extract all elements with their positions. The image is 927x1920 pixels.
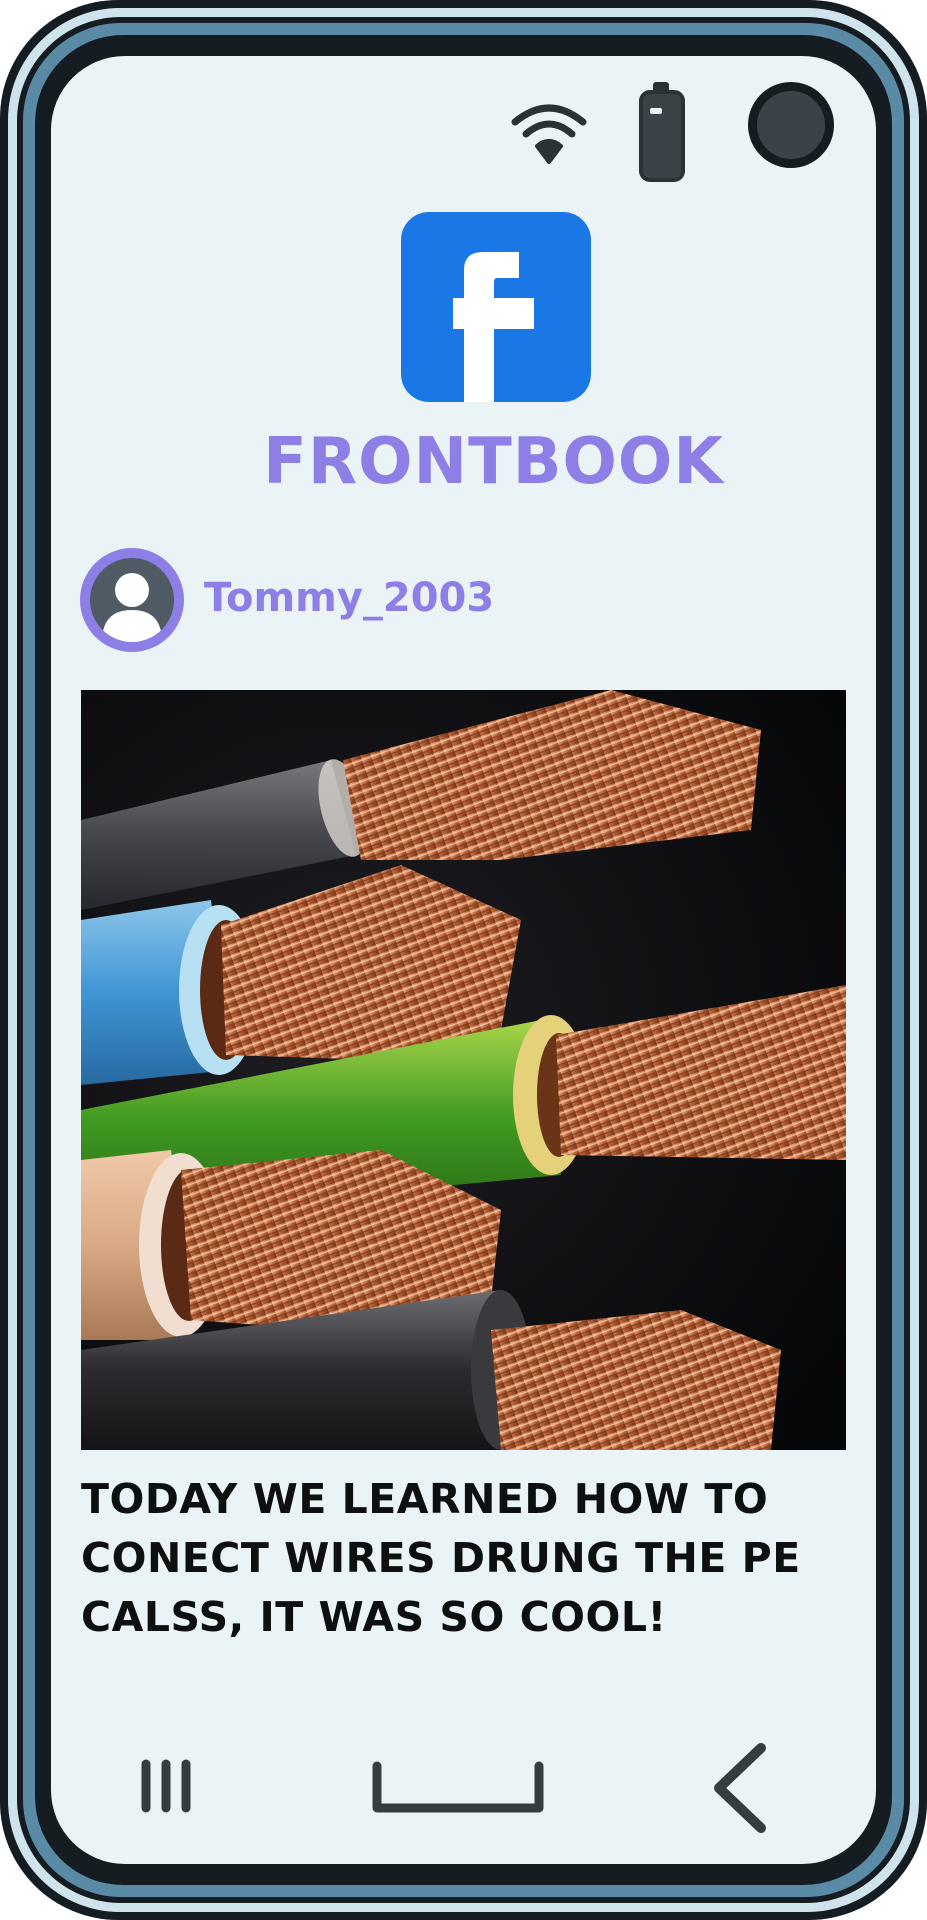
post-caption: Today we learned how to conect wires dru… <box>81 1475 801 1641</box>
battery-icon <box>639 82 685 182</box>
wifi-icon <box>511 104 587 164</box>
avatar[interactable] <box>80 548 184 652</box>
recents-icon[interactable] <box>136 1756 196 1816</box>
camera-icon <box>748 82 834 168</box>
back-icon[interactable] <box>701 1736 781 1836</box>
user-icon <box>90 558 174 642</box>
phone-frame: FRONTBOOK Tommy_2003 TODAY WE LEARNED HO… <box>0 0 927 1920</box>
app-title: FRONTBOOK <box>263 425 724 499</box>
phone-screen: FRONTBOOK Tommy_2003 TODAY WE LEARNED HO… <box>51 56 876 1864</box>
home-icon[interactable] <box>369 1756 549 1820</box>
copper-wires-photo[interactable] <box>81 690 846 1450</box>
post-username[interactable]: Tommy_2003 <box>204 578 494 618</box>
frontbook-logo <box>401 212 591 402</box>
